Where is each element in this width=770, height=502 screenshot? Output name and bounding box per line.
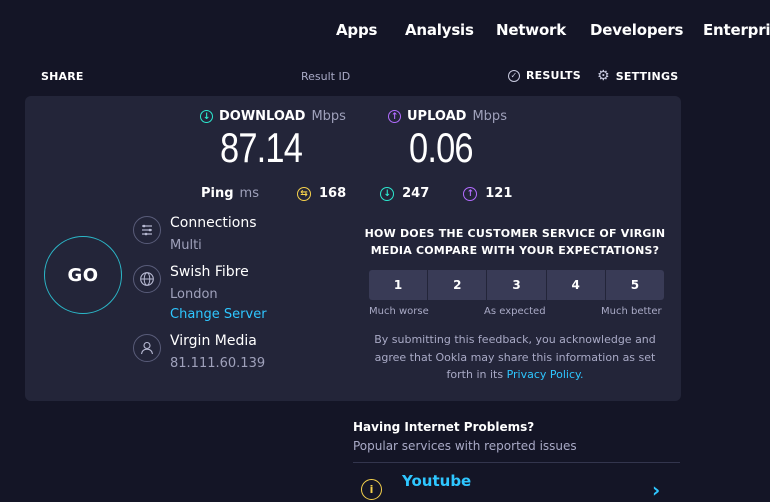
download-header: ↓ DOWNLOAD Mbps — [200, 109, 346, 124]
upload-label: UPLOAD — [407, 109, 467, 124]
settings-button[interactable]: ⚙ SETTINGS — [597, 69, 678, 83]
gear-icon: ⚙ — [597, 68, 610, 84]
rating-high-label: Much better — [601, 306, 662, 317]
download-label: DOWNLOAD — [219, 109, 306, 124]
share-button[interactable]: SHARE — [41, 70, 84, 83]
problems-subtitle: Popular services with reported issues — [353, 439, 577, 453]
ping-download-value: 247 — [402, 186, 430, 201]
upload-value: 0.06 — [409, 124, 474, 171]
change-server-link[interactable]: Change Server — [170, 307, 267, 322]
rating-mid-label: As expected — [484, 306, 546, 317]
connections-title: Connections — [170, 215, 257, 231]
rating-5-button[interactable]: 5 — [605, 270, 665, 300]
ping-upload: ↑ 121 — [463, 186, 512, 201]
rating-low-label: Much worse — [369, 306, 429, 317]
isp-name: Virgin Media — [170, 333, 257, 349]
chevron-right-icon[interactable]: › — [652, 478, 660, 502]
go-label: GO — [67, 264, 99, 286]
feedback-disclaimer: By submitting this feedback, you acknowl… — [364, 331, 666, 384]
service-youtube-link[interactable]: Youtube — [402, 472, 471, 490]
ping-unit: ms — [239, 186, 259, 201]
info-icon: i — [361, 479, 382, 500]
download-arrow-icon: ↓ — [200, 110, 213, 123]
server-name: Swish Fibre — [170, 264, 249, 280]
nav-analysis[interactable]: Analysis — [405, 21, 474, 39]
nav-network[interactable]: Network — [496, 21, 566, 39]
user-icon — [133, 334, 161, 362]
nav-developers[interactable]: Developers — [590, 21, 683, 39]
rating-2-button[interactable]: 2 — [428, 270, 487, 300]
ping-download: ↓ 247 — [380, 186, 429, 201]
survey-question: HOW DOES THE CUSTOMER SERVICE OF VIRGIN … — [364, 227, 666, 257]
download-value: 87.14 — [220, 124, 303, 171]
problems-divider — [353, 462, 680, 463]
ping-idle-value: 168 — [318, 186, 347, 201]
nav-enterprise[interactable]: Enterpris — [703, 21, 770, 39]
connections-lines-icon — [142, 224, 152, 236]
ping-idle-icon: ⇆ — [296, 186, 311, 201]
rating-4-button[interactable]: 4 — [546, 270, 605, 300]
results-button[interactable]: ✓ RESULTS — [508, 69, 581, 82]
download-unit: Mbps — [311, 109, 346, 124]
go-button[interactable]: GO — [44, 236, 122, 314]
connections-value[interactable]: Multi — [170, 238, 202, 253]
rating-scale: 1 2 3 4 5 — [369, 270, 665, 300]
ping-upload-value: 121 — [485, 186, 513, 201]
rating-3-button[interactable]: 3 — [487, 270, 546, 300]
nav-apps[interactable]: Apps — [336, 21, 377, 39]
ping-row: Ping ms ⇆ 168 ↓ 247 ↑ 121 — [201, 186, 546, 201]
server-location: London — [170, 287, 218, 302]
check-circle-icon: ✓ — [508, 69, 520, 82]
ping-label: Ping — [201, 186, 234, 201]
result-id-label: Result ID — [301, 70, 351, 83]
upload-header: ↑ UPLOAD Mbps — [388, 109, 507, 124]
isp-ip: 81.111.60.139 — [170, 356, 266, 371]
connections-icon — [133, 216, 161, 244]
settings-label: SETTINGS — [615, 69, 679, 83]
upload-unit: Mbps — [472, 109, 507, 124]
results-label: RESULTS — [526, 69, 581, 82]
problems-title: Having Internet Problems? — [353, 420, 535, 434]
rating-1-button[interactable]: 1 — [369, 270, 428, 300]
ping-download-icon: ↓ — [380, 186, 395, 201]
globe-icon — [133, 265, 161, 293]
ping-upload-icon: ↑ — [463, 186, 478, 201]
privacy-policy-link[interactable]: Privacy Policy. — [507, 368, 584, 381]
upload-arrow-icon: ↑ — [388, 110, 401, 123]
ping-idle: ⇆ 168 — [296, 186, 347, 201]
